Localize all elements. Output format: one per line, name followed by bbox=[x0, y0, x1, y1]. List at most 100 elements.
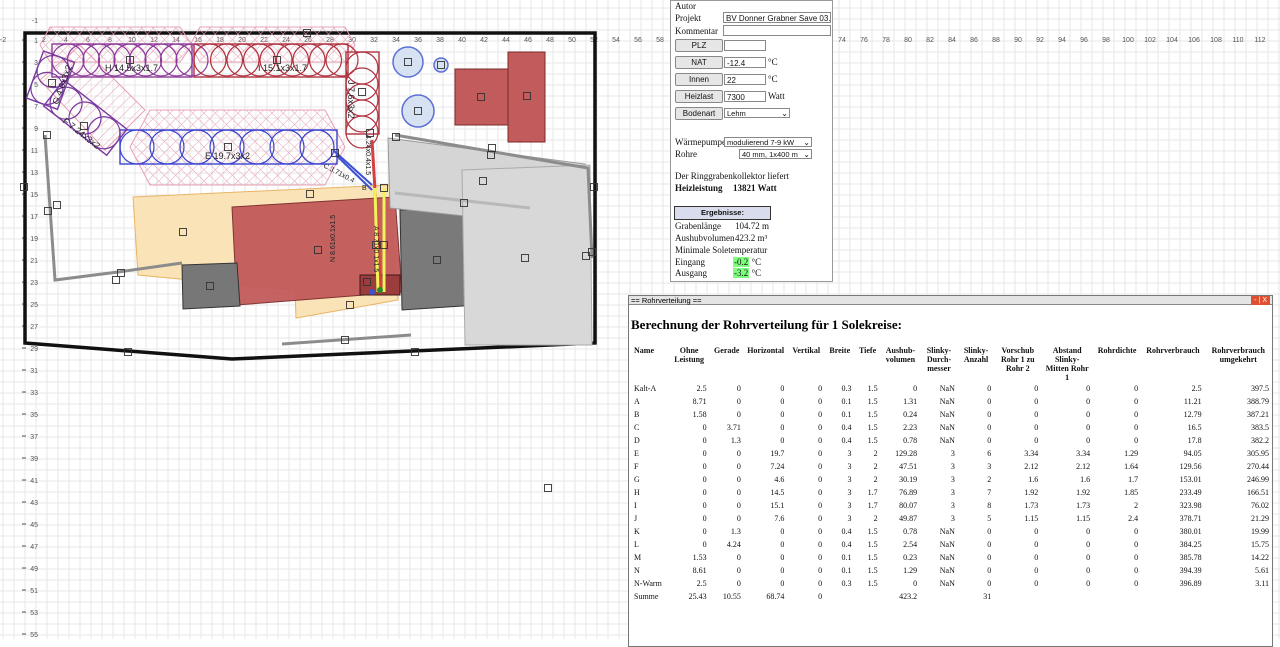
x-tick-label: 90 bbox=[1014, 37, 1022, 44]
table-cell: Kalt-A bbox=[634, 383, 657, 393]
table-cell: 0 bbox=[736, 383, 741, 393]
table-header-cell: Aushub-volumen bbox=[885, 346, 916, 364]
table-cell: 1.5 bbox=[867, 422, 878, 432]
table-cell: 2.5 bbox=[696, 578, 707, 588]
table-cell: L bbox=[634, 539, 639, 549]
table-cell: 2 bbox=[873, 448, 878, 458]
y-tick-label: 21 bbox=[30, 258, 38, 265]
projekt-input[interactable]: BV Donner Grabner Save 03.05.2 bbox=[723, 12, 831, 23]
table-cell: 3.34 bbox=[1024, 448, 1039, 458]
heizlast-input[interactable]: 7300 bbox=[724, 91, 766, 102]
table-cell: 3.71 bbox=[726, 422, 741, 432]
table-row: C 0 3.71 0 0 0.4 1.5 2.23 NaN 0 0 0 0 16.5 383.5 bbox=[631, 421, 1272, 434]
table-cell: C bbox=[634, 422, 640, 432]
rohre-select[interactable]: 40 mm, 1x400 m ⌄ bbox=[739, 149, 812, 159]
kommentar-input[interactable] bbox=[723, 25, 831, 36]
table-cell: 0.1 bbox=[841, 552, 852, 562]
innen-button[interactable]: Innen bbox=[675, 73, 723, 86]
window-controls[interactable]: - | X bbox=[1251, 296, 1270, 305]
ergebnisse-button[interactable]: Ergebnisse: bbox=[674, 206, 771, 220]
heizlast-button[interactable]: Heizlast bbox=[675, 90, 723, 103]
waermepumpe-select[interactable]: modulierend 7-9 kW ⌄ bbox=[724, 137, 812, 147]
table-cell: 129.28 bbox=[895, 448, 918, 458]
table-cell: 1.58 bbox=[692, 409, 707, 419]
x-tick-label: 84 bbox=[948, 37, 956, 44]
nat-input[interactable]: -12.4 bbox=[724, 57, 766, 68]
table-cell: 305.95 bbox=[1247, 448, 1269, 458]
table-cell: 2 bbox=[1134, 500, 1139, 510]
x-tick-label: -2 bbox=[0, 37, 6, 44]
table-cell: 0 bbox=[818, 539, 823, 549]
table-cell: 0 bbox=[818, 578, 823, 588]
table-cell: 2 bbox=[873, 513, 878, 523]
window-title: == Rohrverteilung == bbox=[631, 296, 702, 305]
table-cell: 80.07 bbox=[899, 500, 918, 510]
table-cell: 19.7 bbox=[770, 448, 785, 458]
resize-handle[interactable] bbox=[112, 276, 120, 284]
ausgang-unit: °C bbox=[751, 268, 762, 278]
bodenart-select[interactable]: Lehm ⌄ bbox=[724, 108, 790, 118]
table-cell: 4.24 bbox=[726, 539, 741, 549]
table-cell: D bbox=[634, 435, 640, 445]
building-red-1 bbox=[454, 68, 511, 126]
table-cell: K bbox=[634, 526, 640, 536]
y-tick-label: 27 bbox=[30, 324, 38, 331]
table-cell: 0 bbox=[1034, 422, 1039, 432]
plz-input[interactable] bbox=[724, 40, 766, 51]
table-cell: 0 bbox=[987, 539, 992, 549]
resize-handle[interactable] bbox=[358, 88, 366, 96]
table-cell: 0 bbox=[702, 539, 707, 549]
table-cell bbox=[994, 590, 1041, 603]
table-cell: 323.98 bbox=[1179, 500, 1202, 510]
table-cell: 2 bbox=[987, 474, 992, 484]
resize-handle[interactable] bbox=[544, 484, 552, 492]
table-cell bbox=[920, 590, 958, 603]
table-cell: 0 bbox=[818, 526, 823, 536]
window-titlebar[interactable]: == Rohrverteilung == - | X bbox=[629, 296, 1272, 305]
x-tick-label: 102 bbox=[1144, 37, 1156, 44]
table-cell: 0 bbox=[987, 422, 992, 432]
table-cell: 0 bbox=[987, 396, 992, 406]
table-cell: 2.12 bbox=[1076, 461, 1091, 471]
y-tick-label: 15 bbox=[30, 192, 38, 199]
table-cell: 0 bbox=[1086, 526, 1091, 536]
table-cell: 0 bbox=[736, 487, 741, 497]
table-cell: Summe bbox=[634, 591, 659, 601]
label-I: I 15.1x3x1.7 bbox=[258, 63, 307, 73]
bodenart-button[interactable]: Bodenart bbox=[675, 107, 723, 120]
table-cell: 0.4 bbox=[841, 422, 852, 432]
table-cell: 0 bbox=[818, 435, 823, 445]
table-cell: 49.87 bbox=[899, 513, 918, 523]
resize-handle[interactable] bbox=[53, 201, 61, 209]
table-header-cell: Vorschub Rohr 1 zu Rohr 2 bbox=[1000, 346, 1035, 373]
table-cell: 0 bbox=[1034, 435, 1039, 445]
x-tick-label: 42 bbox=[480, 37, 488, 44]
table-cell: 1.7 bbox=[867, 500, 878, 510]
table-cell: 394.39 bbox=[1179, 565, 1202, 575]
table-cell: 2.54 bbox=[903, 539, 918, 549]
innen-input[interactable]: 22 bbox=[724, 74, 766, 85]
table-cell: I bbox=[634, 500, 637, 510]
plz-button[interactable]: PLZ bbox=[675, 39, 723, 52]
table-cell: 0 bbox=[1086, 552, 1091, 562]
table-cell: 1.15 bbox=[1076, 513, 1091, 523]
table-cell: J bbox=[634, 513, 638, 523]
table-cell: NaN bbox=[939, 539, 955, 549]
nat-button[interactable]: NAT bbox=[675, 56, 723, 69]
x-tick-label: 92 bbox=[1036, 37, 1044, 44]
chevron-down-icon: ⌄ bbox=[803, 138, 810, 147]
table-cell: 3 bbox=[950, 500, 955, 510]
table-cell: 1.5 bbox=[867, 526, 878, 536]
table-cell: 0 bbox=[1034, 565, 1039, 575]
table-cell: A bbox=[634, 396, 640, 406]
y-tick-label: 19 bbox=[30, 236, 38, 243]
table-cell: 0 bbox=[818, 461, 823, 471]
label-J: J 7.6x3x2 bbox=[346, 80, 356, 119]
table-cell: 0.1 bbox=[841, 396, 852, 406]
table-cell: 12.79 bbox=[1183, 409, 1202, 419]
y-tick-label: 17 bbox=[30, 214, 38, 221]
rohrverteilung-window[interactable]: == Rohrverteilung == - | X Berechnung de… bbox=[628, 295, 1273, 647]
x-tick-label: 106 bbox=[1188, 37, 1200, 44]
table-cell: 0 bbox=[1086, 422, 1091, 432]
label-E: E 19.7x3x2 bbox=[205, 151, 250, 161]
